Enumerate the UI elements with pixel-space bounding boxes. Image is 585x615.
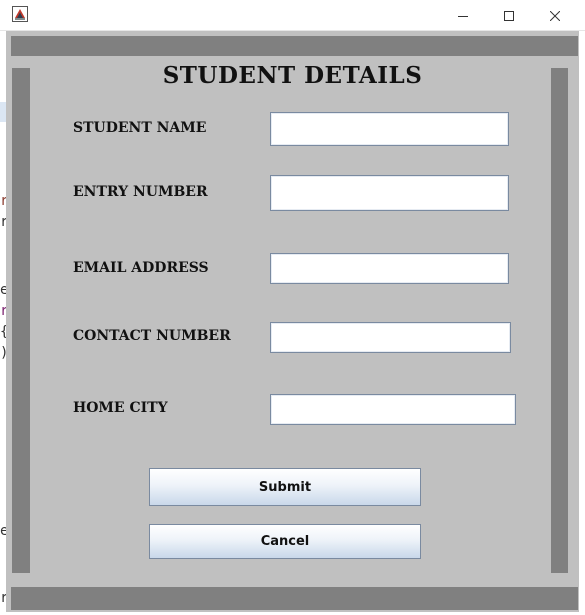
close-button[interactable] bbox=[532, 0, 578, 30]
home-city-label: HOME CITY bbox=[73, 400, 168, 416]
bottom-border-bar bbox=[11, 587, 578, 610]
student-name-label: STUDENT NAME bbox=[73, 120, 207, 136]
home-city-input[interactable] bbox=[270, 394, 516, 425]
maximize-icon bbox=[504, 6, 514, 25]
left-border-bar bbox=[12, 68, 30, 573]
top-border-bar bbox=[11, 36, 578, 56]
contact-number-input[interactable] bbox=[270, 322, 511, 353]
contact-number-label: CONTACT NUMBER bbox=[73, 328, 231, 344]
entry-number-label: ENTRY NUMBER bbox=[73, 184, 208, 200]
submit-button[interactable]: Submit bbox=[149, 468, 421, 506]
entry-number-input[interactable] bbox=[270, 175, 509, 211]
java-app-icon bbox=[12, 6, 28, 22]
form-heading: STUDENT DETAILS bbox=[162, 62, 423, 89]
maximize-button[interactable] bbox=[486, 0, 532, 30]
window-title-bar[interactable] bbox=[0, 0, 585, 31]
student-name-input[interactable] bbox=[270, 112, 509, 146]
right-border-bar bbox=[551, 68, 568, 573]
minimize-icon bbox=[458, 6, 468, 25]
close-icon bbox=[549, 6, 561, 25]
minimize-button[interactable] bbox=[440, 0, 486, 30]
cancel-button[interactable]: Cancel bbox=[149, 524, 421, 559]
email-address-label: EMAIL ADDRESS bbox=[73, 260, 209, 276]
email-address-input[interactable] bbox=[270, 253, 509, 284]
